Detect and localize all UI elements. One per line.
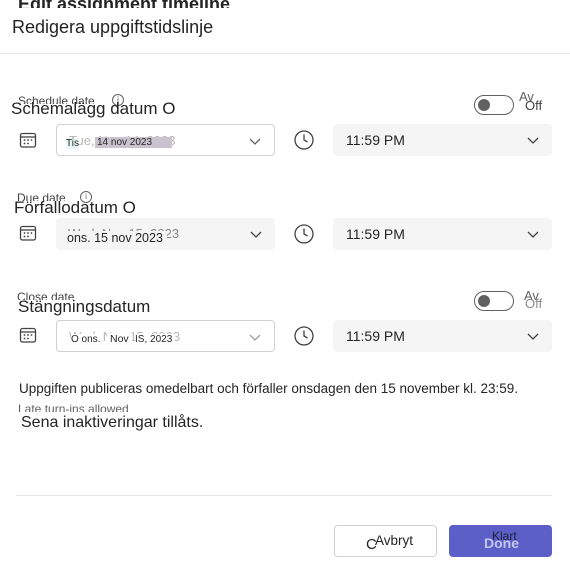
close-date-toggle[interactable] xyxy=(474,291,514,311)
schedule-time-value: 11:59 PM xyxy=(346,132,405,148)
close-date-year: IS, 2023 xyxy=(135,334,176,345)
chevron-down-icon xyxy=(527,333,539,340)
late-turn-in-note: Sena inaktiveringar tillåts. xyxy=(21,414,204,431)
close-date-label: Stängningsdatum xyxy=(18,297,151,316)
toggle-knob xyxy=(478,295,490,307)
close-toggle-state-label: Off xyxy=(525,296,543,311)
schedule-date-day: Tis xyxy=(66,138,79,149)
due-time-picker[interactable]: 11:59 PM xyxy=(333,218,552,250)
chevron-down-icon xyxy=(527,231,539,238)
edit-timeline-dialog: Edit assignment timeline Redigera uppgif… xyxy=(0,0,570,577)
schedule-date-picker[interactable]: Tue, Nov 14, 2023 Tis 14 nov 2023 xyxy=(56,124,275,156)
due-date-picker[interactable]: Wed, Nov 15, 2023 ons. 15 nov 2023 xyxy=(56,218,275,250)
cancel-button[interactable]: C Avbryt xyxy=(334,525,437,557)
schedule-date-label: Schemalägg datum O xyxy=(11,99,176,118)
calendar-icon xyxy=(19,132,37,148)
footer-divider xyxy=(16,495,552,496)
title-divider xyxy=(0,53,570,54)
title-ghost: Edit assignment timeline xyxy=(18,0,230,8)
clock-icon xyxy=(294,130,314,150)
clock-icon xyxy=(294,326,314,346)
timeline-summary: Uppgiften publiceras omedelbart och förf… xyxy=(19,381,519,396)
due-date-value: ons. 15 nov 2023 xyxy=(67,231,167,245)
chevron-down-icon xyxy=(249,138,261,145)
chevron-down-icon xyxy=(250,231,262,238)
due-time-value: 11:59 PM xyxy=(346,226,405,242)
schedule-toggle-state-label: Off xyxy=(525,98,543,113)
toggle-knob xyxy=(478,99,490,111)
done-button[interactable]: Done Klart xyxy=(449,525,552,557)
calendar-icon xyxy=(19,327,37,343)
close-date-picker[interactable]: Wed, Nov 15, 2023 O ons. Nov IS, 2023 xyxy=(56,320,275,352)
close-date-month: Nov xyxy=(107,333,132,345)
close-time-picker[interactable]: 11:59 PM xyxy=(333,320,552,352)
schedule-time-picker[interactable]: 11:59 PM xyxy=(333,124,552,156)
done-button-label: Klart xyxy=(492,529,517,543)
close-time-value: 11:59 PM xyxy=(346,328,405,344)
chevron-down-icon xyxy=(249,334,261,341)
summary-ghost: Late turn-ins allowed xyxy=(18,404,129,412)
schedule-date-value: 14 nov 2023 xyxy=(95,137,173,148)
chevron-down-icon xyxy=(527,137,539,144)
cancel-button-label: Avbryt xyxy=(375,533,414,548)
due-date-label: Förfallodatum O xyxy=(14,198,136,217)
dialog-title: Redigera uppgiftstidslinje xyxy=(12,17,214,37)
clock-icon xyxy=(294,224,314,244)
schedule-date-toggle[interactable] xyxy=(474,95,514,115)
calendar-icon xyxy=(19,225,37,241)
close-date-day: O ons. xyxy=(71,334,104,345)
